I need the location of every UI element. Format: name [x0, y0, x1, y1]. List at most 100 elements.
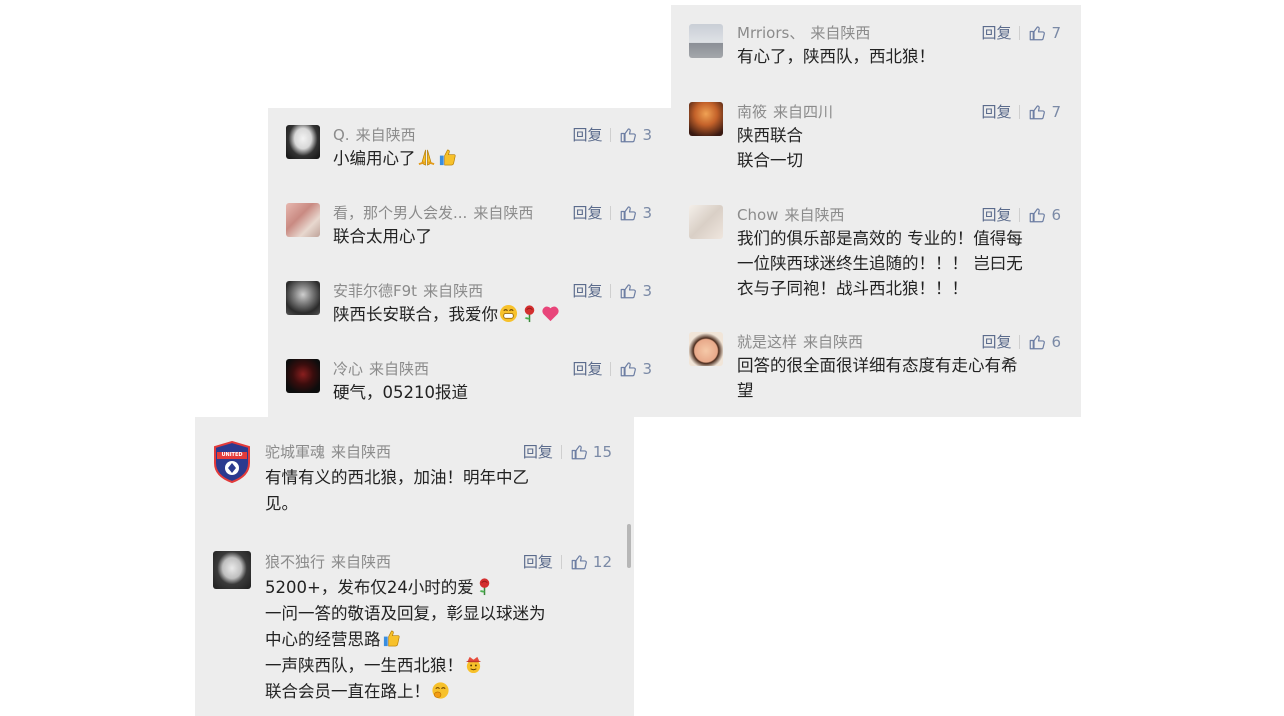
commenter-name[interactable]: Chow: [737, 206, 778, 224]
comment-line: 小编用心了: [333, 149, 416, 168]
avatar[interactable]: [286, 203, 320, 237]
reply-button[interactable]: 回复: [572, 124, 602, 145]
shush-emoji: [431, 681, 450, 700]
comment-actions: 回复 3: [572, 124, 652, 145]
commenter-name[interactable]: Q.: [333, 126, 350, 144]
comment-line: 5200+，发布仅24小时的爱: [265, 578, 474, 597]
reply-button[interactable]: 回复: [981, 204, 1011, 225]
thumb-up-icon[interactable]: [619, 360, 637, 378]
avatar[interactable]: [286, 125, 320, 159]
reply-button[interactable]: 回复: [981, 22, 1011, 43]
reply-button[interactable]: 回复: [981, 101, 1011, 122]
thumb-up-icon[interactable]: [619, 204, 637, 222]
comment-text: 联合太用心了: [333, 224, 432, 249]
comment-panel-bottom: UNITED 驼城軍魂 来自陕西 回复 15 有情有义的西北狼，加油！明年中乙 见…: [195, 417, 634, 716]
comment-line: 有心了，陕西队，西北狼！: [737, 47, 935, 66]
cowboy-emoji: [464, 655, 483, 674]
commenter-name[interactable]: 冷心: [333, 360, 363, 378]
comment-line: 回答的很全面很详细有态度有走心有希: [737, 356, 1018, 375]
commenter-name[interactable]: Mrriors、: [737, 24, 804, 42]
like-count: 3: [642, 203, 652, 222]
thumb-up-icon[interactable]: [1028, 206, 1046, 224]
comment-actions: 回复 3: [572, 202, 652, 223]
reply-button[interactable]: 回复: [572, 280, 602, 301]
thumb-up-icon[interactable]: [1028, 24, 1046, 42]
comment-line: 衣与子同袍！战斗西北狼！！！: [737, 279, 968, 298]
like-count: 7: [1051, 102, 1061, 121]
divider: [1019, 104, 1021, 119]
thumbs-up-emoji: [438, 148, 457, 167]
comment-text: 有心了，陕西队，西北狼！: [737, 44, 935, 69]
avatar[interactable]: [689, 332, 723, 366]
avatar[interactable]: [689, 24, 723, 58]
rose-emoji: [475, 577, 494, 596]
comment-text: 陕西长安联合，我爱你: [333, 302, 561, 327]
divider: [610, 283, 612, 298]
comment-line: 望: [737, 381, 754, 400]
reply-button[interactable]: 回复: [981, 331, 1011, 352]
avatar[interactable]: UNITED: [213, 440, 251, 484]
comment-line: 硬气，05210报道: [333, 383, 468, 402]
comment-line: 见。: [265, 494, 298, 513]
comment-location: 来自陕西: [331, 443, 392, 461]
thumb-up-icon[interactable]: [570, 443, 588, 461]
commenter-name[interactable]: 安菲尔德F9t: [333, 282, 417, 300]
comment-line: 联合一切: [737, 151, 803, 170]
comment-line: 我们的俱乐部是高效的 专业的！值得每: [737, 229, 1023, 248]
commenter-name[interactable]: 驼城軍魂: [265, 443, 325, 461]
comment-line: 一位陕西球迷终生追随的！！！ 岂曰无: [737, 254, 1023, 273]
comment-panel-right: Mrriors、 来自陕西 回复 7 有心了，陕西队，西北狼！ 南筱 来自四川 回复…: [671, 5, 1081, 417]
comment-text: 陕西联合 联合一切: [737, 123, 803, 173]
comment-location: 来自陕西: [784, 206, 845, 224]
commenter-name[interactable]: 就是这样: [737, 333, 797, 351]
commenter-name[interactable]: 狼不独行: [265, 553, 325, 571]
scrollbar[interactable]: [627, 524, 631, 568]
thumb-up-icon[interactable]: [1028, 333, 1046, 351]
comment-text: 5200+，发布仅24小时的爱 一问一答的敬语及回复，彰显以球迷为 中心的经营思…: [265, 575, 546, 705]
thumb-up-icon[interactable]: [1028, 103, 1046, 121]
avatar[interactable]: [286, 359, 320, 393]
thumb-up-icon[interactable]: [619, 282, 637, 300]
thumb-up-icon[interactable]: [619, 126, 637, 144]
comment-text: 硬气，05210报道: [333, 380, 468, 405]
comment-line: 有情有义的西北狼，加油！明年中乙: [265, 468, 529, 487]
comment-location: 来自陕西: [355, 126, 416, 144]
like-count: 6: [1051, 205, 1061, 224]
comment-actions: 回复 7: [981, 101, 1061, 122]
rose-emoji: [520, 304, 539, 323]
avatar[interactable]: [689, 102, 723, 136]
divider: [560, 554, 562, 569]
commenter-name[interactable]: 看，那个男人会发...: [333, 204, 467, 222]
reply-button[interactable]: 回复: [523, 551, 553, 572]
reply-button[interactable]: 回复: [572, 202, 602, 223]
divider: [610, 205, 612, 220]
comment-actions: 回复 6: [981, 331, 1061, 352]
reply-button[interactable]: 回复: [523, 441, 553, 462]
like-count: 3: [642, 281, 652, 300]
thumb-up-icon[interactable]: [570, 553, 588, 571]
comment-actions: 回复 12: [523, 551, 612, 572]
comment-actions: 回复 15: [523, 441, 612, 462]
comment-text: 小编用心了: [333, 146, 458, 171]
like-count: 7: [1051, 23, 1061, 42]
like-count: 12: [592, 552, 612, 571]
divider: [610, 127, 612, 142]
reply-button[interactable]: 回复: [572, 358, 602, 379]
comment-actions: 回复 6: [981, 204, 1061, 225]
comment-line: 中心的经营思路: [265, 630, 381, 649]
divider: [1019, 334, 1021, 349]
pray-emoji: [417, 148, 436, 167]
divider: [560, 444, 562, 459]
comment-text: 我们的俱乐部是高效的 专业的！值得每 一位陕西球迷终生追随的！！！ 岂曰无 衣与…: [737, 226, 1023, 301]
avatar[interactable]: [286, 281, 320, 315]
comment-line: 陕西联合: [737, 126, 803, 145]
badge-text: UNITED: [221, 452, 243, 458]
comment-text: 回答的很全面很详细有态度有走心有希 望: [737, 353, 1018, 403]
avatar[interactable]: [689, 205, 723, 239]
club-badge-icon: [214, 440, 250, 484]
comment-location: 来自陕西: [803, 333, 864, 351]
avatar[interactable]: [213, 551, 251, 589]
like-count: 15: [592, 442, 612, 461]
commenter-name[interactable]: 南筱: [737, 103, 767, 121]
comment-location: 来自陕西: [369, 360, 430, 378]
